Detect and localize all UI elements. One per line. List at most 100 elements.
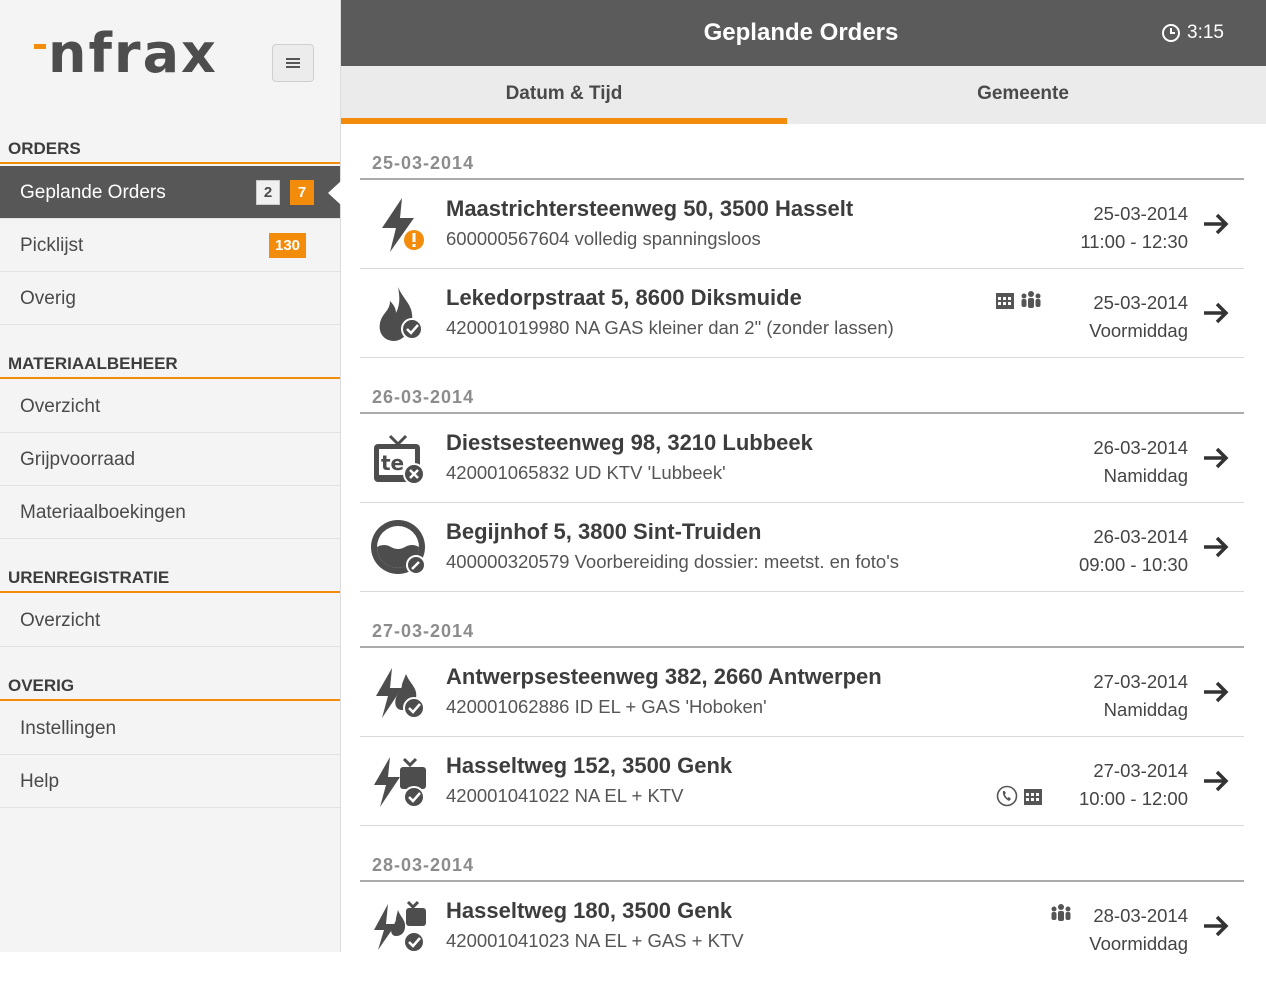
- svg-text:te: te: [381, 451, 404, 475]
- electricity-tv-check-icon: [374, 757, 426, 808]
- order-extras: [1050, 902, 1072, 924]
- date-header: 25-03-2014: [360, 124, 1244, 180]
- arrow-right-icon[interactable]: [1202, 446, 1230, 470]
- menu-button[interactable]: [272, 44, 314, 82]
- order-time: Namiddag: [1103, 699, 1188, 720]
- hamburger-icon: [286, 58, 300, 68]
- count-badge-orange: 130: [269, 233, 307, 258]
- sidebar-item-materiaalboekingen[interactable]: Materiaalboekingen: [0, 486, 340, 539]
- people-icon: [1051, 904, 1071, 921]
- order-description: 420001041022 NA EL + KTV: [446, 785, 684, 806]
- count-badge-grey: 2: [256, 180, 280, 205]
- order-description: 420001062886 ID EL + GAS 'Hoboken': [446, 696, 767, 717]
- order-address: Hasseltweg 152, 3500 Genk: [446, 753, 733, 778]
- sidebar-item-label: Overzicht: [20, 396, 101, 417]
- order-extras: [994, 289, 1042, 311]
- sidebar-item-overzicht-uren[interactable]: Overzicht: [0, 594, 340, 647]
- tab-datum-tijd[interactable]: Datum & Tijd: [341, 66, 787, 124]
- people-icon: [1021, 291, 1041, 308]
- water-meter-icon: [371, 520, 426, 575]
- order-schedule: 26-03-2014 09:00 - 10:30: [1079, 523, 1188, 579]
- order-address: Antwerpsesteenweg 382, 2660 Antwerpen: [446, 664, 882, 689]
- order-address: Diestsesteenweg 98, 3210 Lubbeek: [446, 430, 813, 455]
- date-header: 28-03-2014: [360, 826, 1244, 882]
- order-row[interactable]: te Diestsesteenweg 98, 3210 Lubbeek 4200…: [360, 414, 1244, 503]
- arrow-right-icon[interactable]: [1202, 769, 1230, 793]
- order-description: 420001041023 NA EL + GAS + KTV: [446, 930, 744, 951]
- header-bar: Geplande Orders 3:15: [341, 0, 1266, 66]
- sidebar-item-help[interactable]: Help: [0, 755, 340, 808]
- order-address: Lekedorpstraat 5, 8600 Diksmuide: [446, 285, 802, 310]
- clock: 3:15: [1161, 22, 1224, 44]
- order-extras: [996, 785, 1044, 807]
- sidebar-item-label: Overzicht: [20, 610, 101, 631]
- order-description: 600000567604 volledig spanningsloos: [446, 228, 761, 249]
- page-title: Geplande Orders: [703, 19, 899, 46]
- order-date: 26-03-2014: [1093, 526, 1188, 547]
- order-description: 400000320579 Voorbereiding dossier: meet…: [446, 551, 899, 572]
- calendar-icon: [1024, 789, 1042, 805]
- sidebar-item-grijpvoorraad[interactable]: Grijpvoorraad: [0, 433, 340, 486]
- sidebar-item-overig[interactable]: Overig: [0, 272, 340, 325]
- tab-gemeente[interactable]: Gemeente: [787, 66, 1259, 124]
- order-row[interactable]: Begijnhof 5, 3800 Sint-Truiden 400000320…: [360, 503, 1244, 592]
- sidebar-item-label: Overig: [20, 288, 76, 309]
- section-orders: ORDERS: [0, 134, 340, 164]
- sidebar-item-label: Picklijst: [20, 235, 84, 256]
- order-address: Maastrichtersteenweg 50, 3500 Hasselt: [446, 196, 854, 221]
- order-schedule: 26-03-2014 Namiddag: [1093, 434, 1188, 490]
- order-time: Voormiddag: [1089, 933, 1188, 954]
- electricity-gas-check-icon: [376, 668, 425, 719]
- order-date: 27-03-2014: [1093, 760, 1188, 781]
- order-time: 10:00 - 12:00: [1078, 788, 1188, 809]
- section-overig: OVERIG: [0, 671, 340, 701]
- order-description: 420001065832 UD KTV 'Lubbeek': [446, 462, 726, 483]
- sidebar-item-label: Help: [20, 771, 60, 792]
- order-row[interactable]: Hasseltweg 180, 3500 Genk 420001041023 N…: [360, 882, 1244, 954]
- order-time: Voormiddag: [1089, 320, 1188, 341]
- section-urenregistratie: URENREGISTRATIE: [0, 563, 340, 593]
- order-date: 28-03-2014: [1093, 905, 1188, 926]
- sidebar-item-instellingen[interactable]: Instellingen: [0, 702, 340, 755]
- arrow-right-icon[interactable]: [1202, 301, 1230, 325]
- clock-icon: [1162, 24, 1181, 42]
- order-schedule: 27-03-2014 Namiddag: [1093, 668, 1188, 724]
- sidebar-item-label: Materiaalboekingen: [20, 502, 186, 523]
- sidebar-item-picklijst[interactable]: Picklijst 130: [0, 219, 340, 272]
- order-row[interactable]: Antwerpsesteenweg 382, 2660 Antwerpen 42…: [360, 648, 1244, 737]
- arrow-right-icon[interactable]: [1202, 680, 1230, 704]
- sidebar-item-geplande-orders[interactable]: Geplande Orders 2 7: [0, 166, 341, 219]
- order-address: Begijnhof 5, 3800 Sint-Truiden: [446, 519, 762, 544]
- sidebar-item-label: Instellingen: [20, 718, 117, 739]
- arrow-right-icon[interactable]: [1202, 212, 1230, 236]
- date-header: 26-03-2014: [360, 358, 1244, 414]
- electricity-gas-tv-check-icon: [374, 900, 426, 953]
- tv-cancel-icon: te: [374, 434, 425, 485]
- order-schedule: 28-03-2014 Voormiddag: [1089, 902, 1188, 958]
- order-row[interactable]: Lekedorpstraat 5, 8600 Diksmuide 4200010…: [360, 269, 1244, 358]
- order-schedule: 25-03-2014 11:00 - 12:30: [1080, 200, 1188, 256]
- gas-check-icon: [379, 287, 423, 341]
- section-materiaalbeheer: MATERIAALBEHEER: [0, 349, 340, 379]
- order-row[interactable]: Hasseltweg 152, 3500 Genk 420001041022 N…: [360, 737, 1244, 826]
- order-schedule: 27-03-2014 10:00 - 12:00: [1079, 757, 1188, 813]
- order-schedule: 25-03-2014 Voormiddag: [1089, 289, 1188, 345]
- order-time: Namiddag: [1103, 465, 1188, 486]
- order-date: 25-03-2014: [1093, 292, 1188, 313]
- order-date: 26-03-2014: [1093, 437, 1188, 458]
- order-date: 27-03-2014: [1093, 671, 1188, 692]
- count-badge-orange: 7: [290, 180, 314, 205]
- electricity-warning-icon: [382, 198, 424, 252]
- app: nfrax ORDERS Geplande Orders 2 7 Picklij…: [0, 0, 1266, 984]
- calendar-icon: [996, 293, 1014, 309]
- arrow-right-icon[interactable]: [1202, 535, 1230, 559]
- phone-icon: [996, 785, 1018, 807]
- order-description: 420001019980 NA GAS kleiner dan 2" (zond…: [446, 317, 894, 338]
- order-row[interactable]: Maastrichtersteenweg 50, 3500 Hasselt 60…: [360, 180, 1244, 269]
- order-date: 25-03-2014: [1093, 203, 1188, 224]
- order-time: 09:00 - 10:30: [1078, 554, 1188, 575]
- order-address: Hasseltweg 180, 3500 Genk: [446, 898, 733, 923]
- sidebar-item-label: Grijpvoorraad: [20, 449, 136, 470]
- sidebar-item-overzicht-materiaal[interactable]: Overzicht: [0, 380, 340, 433]
- arrow-right-icon[interactable]: [1202, 914, 1230, 938]
